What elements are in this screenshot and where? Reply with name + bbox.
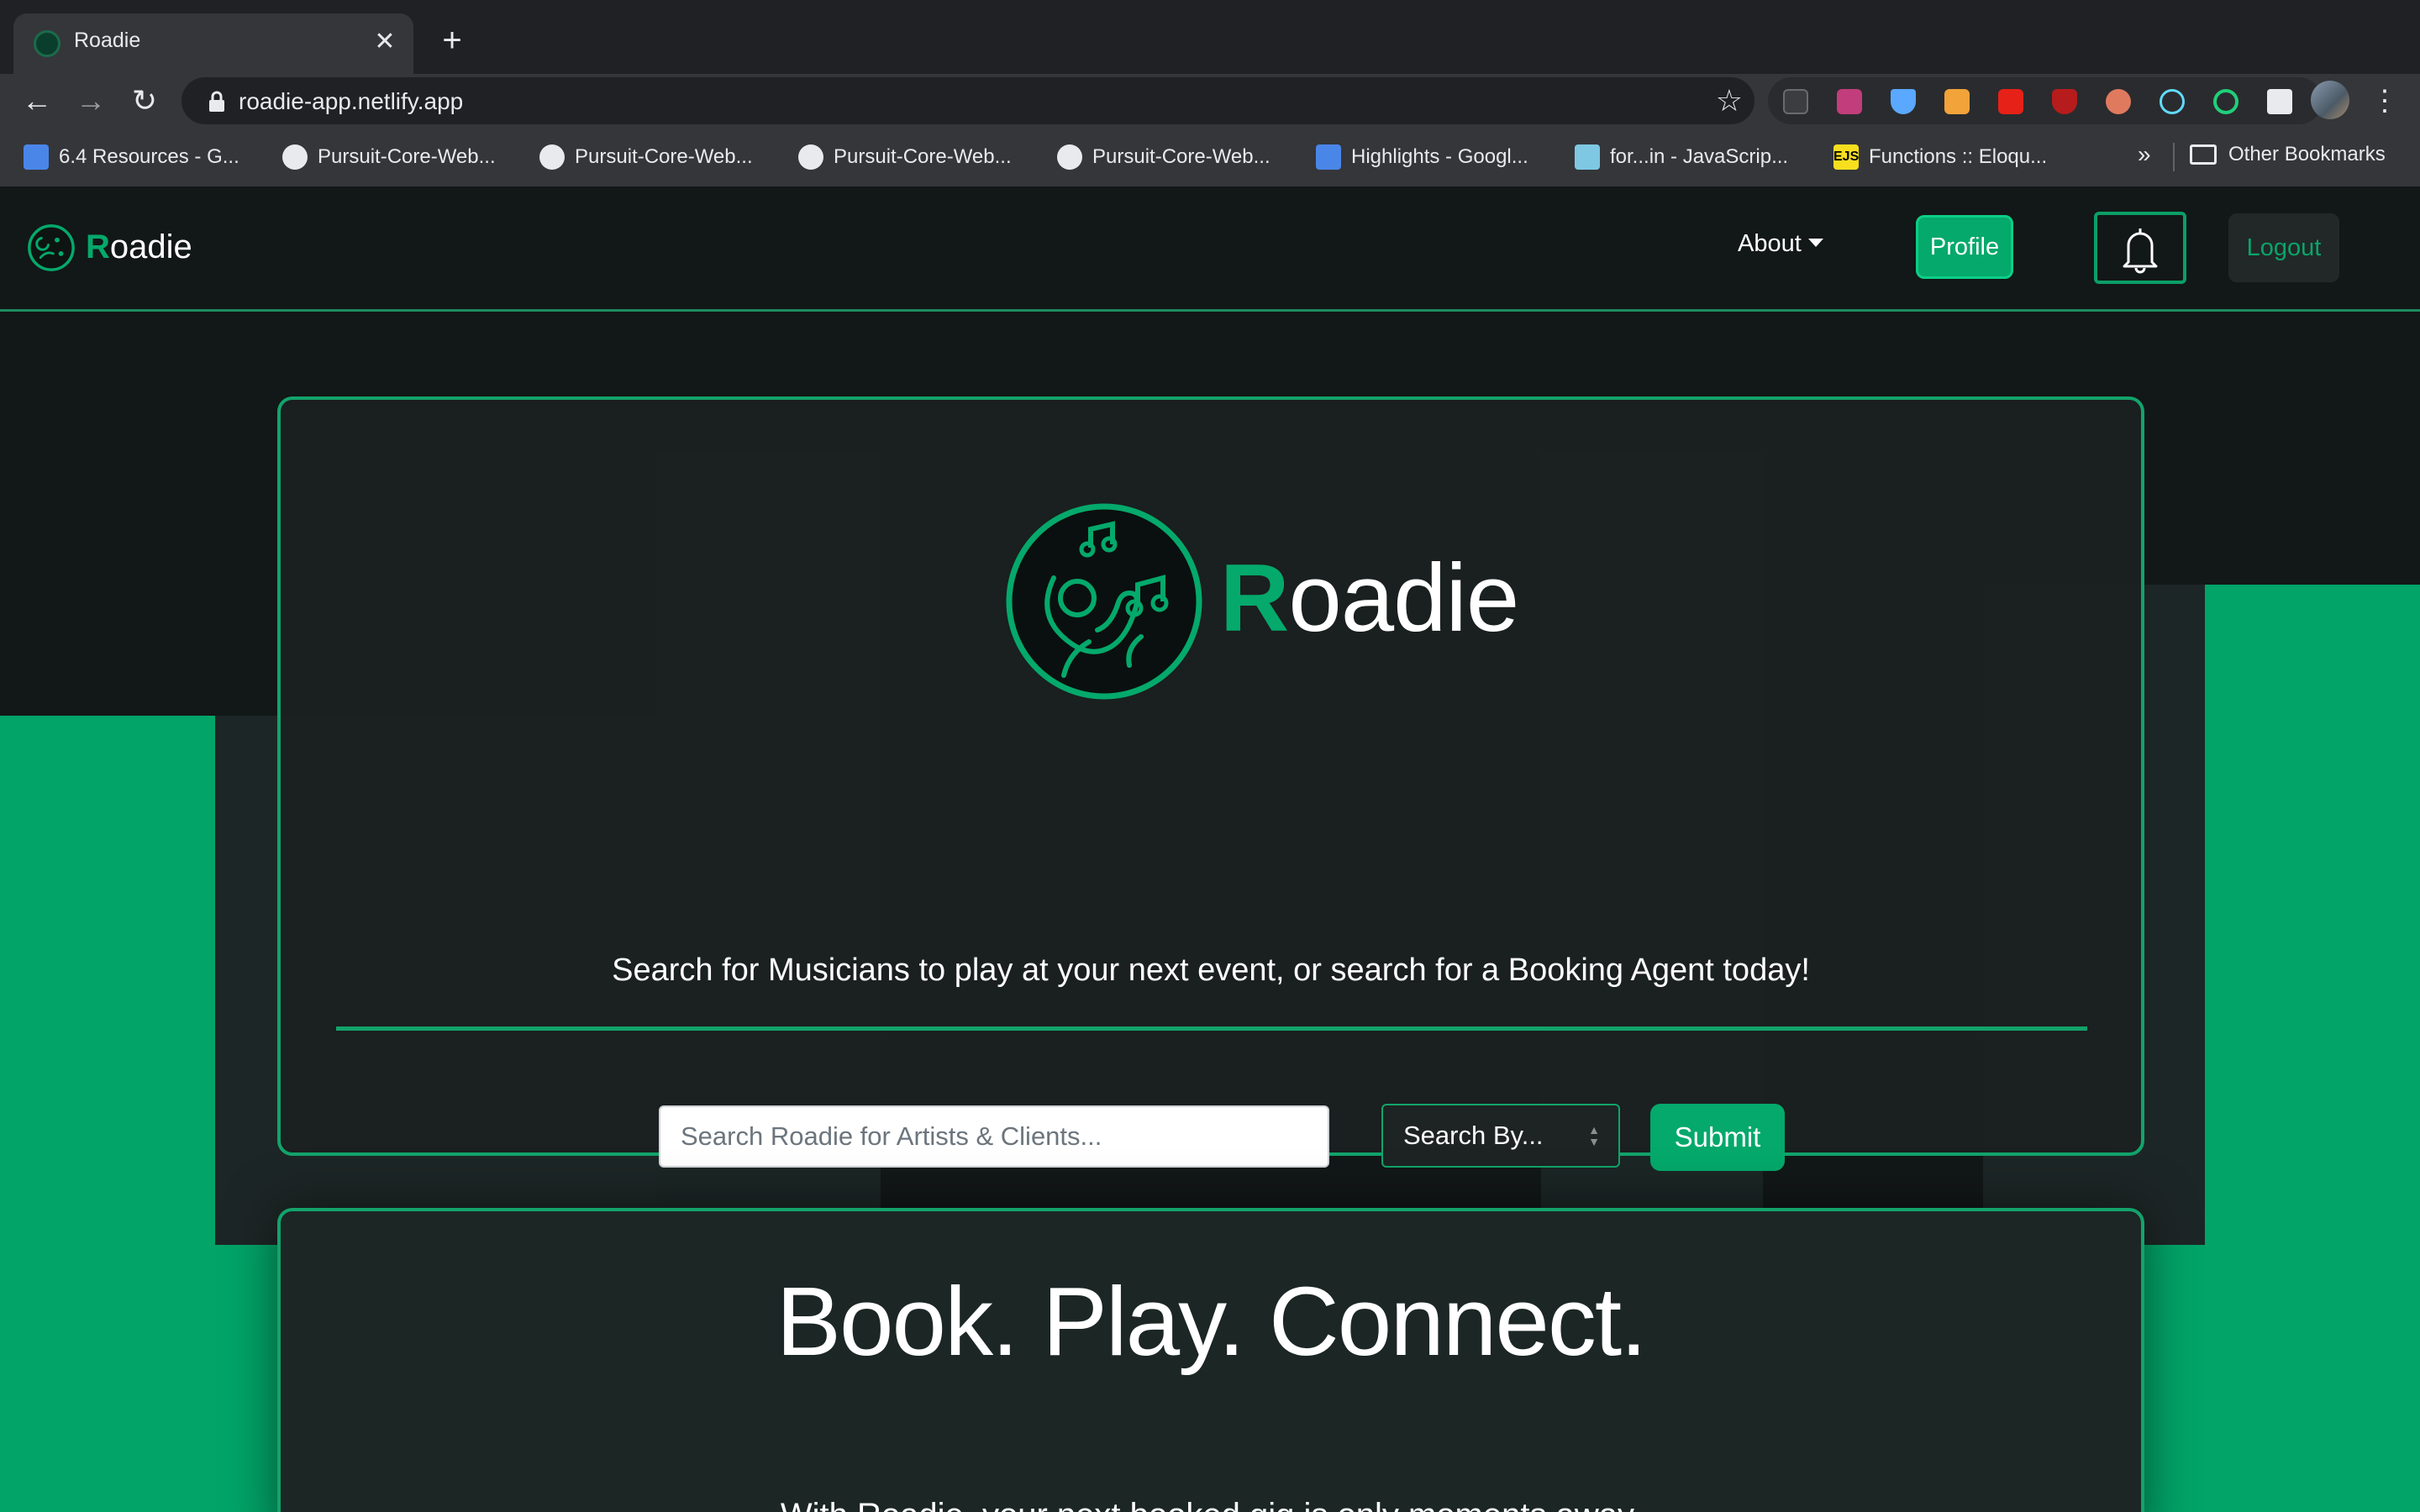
brand-name: oadie [1288,545,1519,652]
bookmark-item[interactable]: for...in - JavaScrip... [1575,143,1788,171]
info-card: Book. Play. Connect. With Roadie, your n… [277,1208,2144,1512]
ruler-extension-icon[interactable] [1944,89,1970,114]
bookmark-label: Pursuit-Core-Web... [575,145,753,168]
bookmark-star-icon[interactable]: ☆ [1716,81,1743,121]
browser-toolbar: ← → ↻ roadie-app.netlify.app ☆ ⋮ [0,74,2420,128]
bookmark-label: Pursuit-Core-Web... [1092,145,1270,168]
site-navbar: Roadie About Profile Logout [0,186,2420,312]
extensions-area [1768,77,2323,124]
youtube-extension-icon[interactable] [1998,89,2023,114]
browser-menu-icon[interactable]: ⋮ [2368,79,2402,123]
github-icon [282,144,308,170]
bookmark-item[interactable]: 6.4 Resources - G... [24,143,239,171]
caret-down-icon[interactable] [1808,239,1823,247]
roadie-logo-icon[interactable] [27,223,76,272]
github-icon [798,144,823,170]
bookmarks-bar: 6.4 Resources - G... Pursuit-Core-Web...… [0,128,2420,186]
lock-icon [209,91,224,112]
github-icon [1057,144,1082,170]
bell-icon [2123,228,2158,274]
browser-tab-strip: Roadie ✕ + [0,0,2420,74]
tab-title: Roadie [74,29,141,52]
forward-icon[interactable]: → [69,79,113,123]
notifications-button[interactable] [2094,212,2186,284]
bookmark-label: for...in - JavaScrip... [1610,145,1789,168]
background-block [0,716,218,1512]
background-block [2202,585,2420,1512]
more-bookmarks-button[interactable]: » [2138,141,2151,168]
about-dropdown[interactable]: About [1738,230,1802,258]
bookmark-item[interactable]: Pursuit-Core-Web... [1057,143,1270,171]
color-picker-extension-icon[interactable] [1837,89,1862,114]
roadie-favicon-icon [34,30,60,57]
profile-button[interactable]: Profile [1916,215,2013,279]
nav-brand[interactable]: Roadie [86,228,192,266]
other-bookmarks-label: Other Bookmarks [2228,143,2386,165]
brand-initial: R [86,228,110,265]
info-body-text: With Roadie, your next booked gig is onl… [281,1497,2141,1512]
search-by-value: Search By... [1403,1121,1544,1150]
google-docs-icon [1316,144,1341,170]
bookmark-label: Pursuit-Core-Web... [318,145,496,168]
folder-icon [2190,144,2217,165]
submit-button[interactable]: Submit [1650,1104,1785,1171]
brand-name: oadie [109,228,192,265]
reload-icon[interactable]: ↻ [123,79,166,123]
new-tab-button[interactable]: + [434,22,471,59]
puzzle-extensions-icon[interactable] [2267,89,2292,114]
bookmark-label: Functions :: Eloqu... [1869,145,2048,168]
ublock-extension-icon[interactable] [2052,89,2077,114]
google-docs-icon [24,144,49,170]
target-extension-icon[interactable] [2213,89,2238,114]
bookmark-item[interactable]: Highlights - Googl... [1316,143,1528,171]
search-hero-card: Roadie Search for Musicians to play at y… [277,396,2144,1171]
json-viewer-extension-icon[interactable] [1783,89,1808,114]
bookmark-item[interactable]: Pursuit-Core-Web... [282,143,496,171]
back-icon[interactable]: ← [15,79,59,123]
hero-brand: Roadie [1220,544,1519,654]
roadie-logo-icon [1006,503,1202,700]
hero-subtitle: Search for Musicians to play at your nex… [612,953,1810,988]
bookmark-item[interactable]: EJS Functions :: Eloqu... [1833,143,2047,171]
bookmark-label: 6.4 Resources - G... [59,145,239,168]
diamond-extension-icon[interactable] [1891,89,1916,114]
close-tab-icon[interactable]: ✕ [368,25,402,59]
other-bookmarks-button[interactable]: Other Bookmarks [2190,143,2386,166]
owl-extension-icon[interactable] [2106,89,2131,114]
profile-avatar[interactable] [2311,81,2349,119]
search-by-select[interactable]: Search By... ▲ ▼ [1381,1104,1620,1168]
hero-divider [336,1026,2087,1031]
url-text: roadie-app.netlify.app [239,88,464,114]
brand-initial: R [1220,545,1289,652]
bookmark-label: Highlights - Googl... [1351,145,1528,168]
logout-button[interactable]: Logout [2228,213,2339,282]
bookmark-label: Pursuit-Core-Web... [834,145,1012,168]
select-arrows-icon: ▲ ▼ [1588,1123,1600,1148]
bookmarks-divider [2173,143,2175,171]
mdn-icon [1575,144,1600,170]
browser-tab[interactable]: Roadie ✕ [13,13,413,74]
info-heading: Book. Play. Connect. [776,1267,1648,1376]
bookmark-item[interactable]: Pursuit-Core-Web... [798,143,1012,171]
address-bar[interactable]: roadie-app.netlify.app ☆ [182,77,1754,124]
react-devtools-icon[interactable] [2160,89,2185,114]
ejs-icon: EJS [1833,144,1859,170]
page-content: Roadie About Profile Logout Roadie Searc… [0,186,2420,1512]
search-input[interactable] [659,1105,1329,1168]
github-icon [539,144,565,170]
bookmark-item[interactable]: Pursuit-Core-Web... [539,143,753,171]
